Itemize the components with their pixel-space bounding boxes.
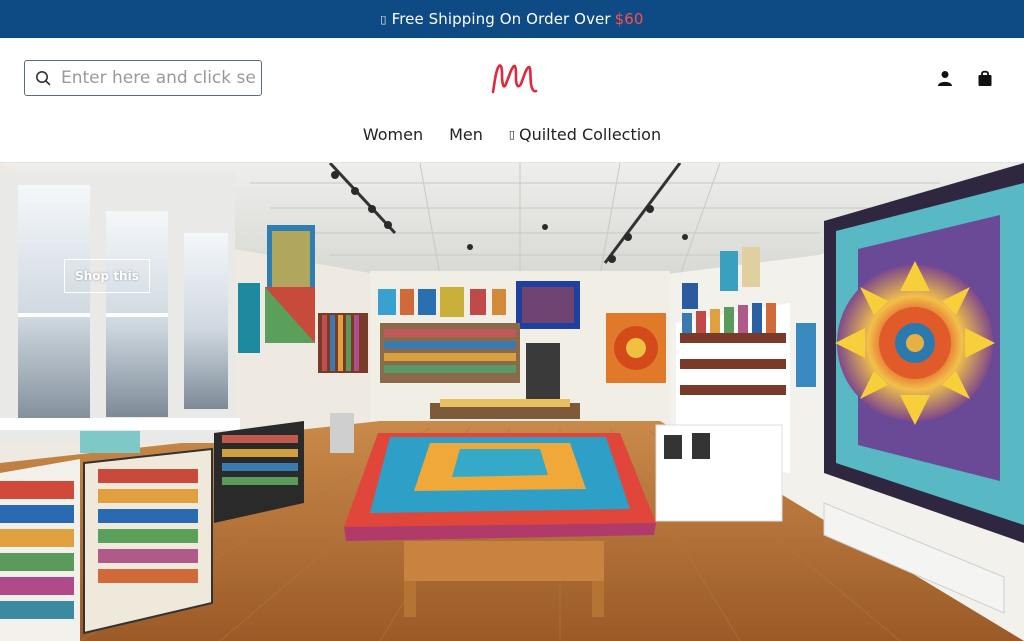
bag-icon[interactable] [976,68,994,88]
search-box [24,60,262,96]
hero-banner: Shop this [0,162,1024,641]
nav-item-women[interactable]: Women [363,122,423,146]
announcement-price: $60 [614,10,644,28]
shipping-glyph: ▯ [380,12,387,26]
nav-item-men[interactable]: Men [449,122,483,146]
shop-this-button[interactable]: Shop this [64,259,150,293]
quilt-shop-interior-photo [0,163,1024,641]
announcement-text: Free Shipping On Order Over [391,10,611,28]
m-script-logo[interactable] [487,58,539,100]
announcement-bar: ▯ Free Shipping On Order Over $60 [0,0,1024,38]
nav-item-quilted-collection[interactable]: ▯ Quilted Collection [509,122,661,146]
search-icon[interactable] [25,61,61,95]
search-input[interactable] [61,68,261,88]
quilted-glyph: ▯ [508,127,515,141]
header-icons [936,68,994,88]
nav-item-label: Quilted Collection [518,124,662,144]
account-icon[interactable] [936,68,954,88]
main-nav: Women Men ▯ Quilted Collection [0,122,1024,146]
